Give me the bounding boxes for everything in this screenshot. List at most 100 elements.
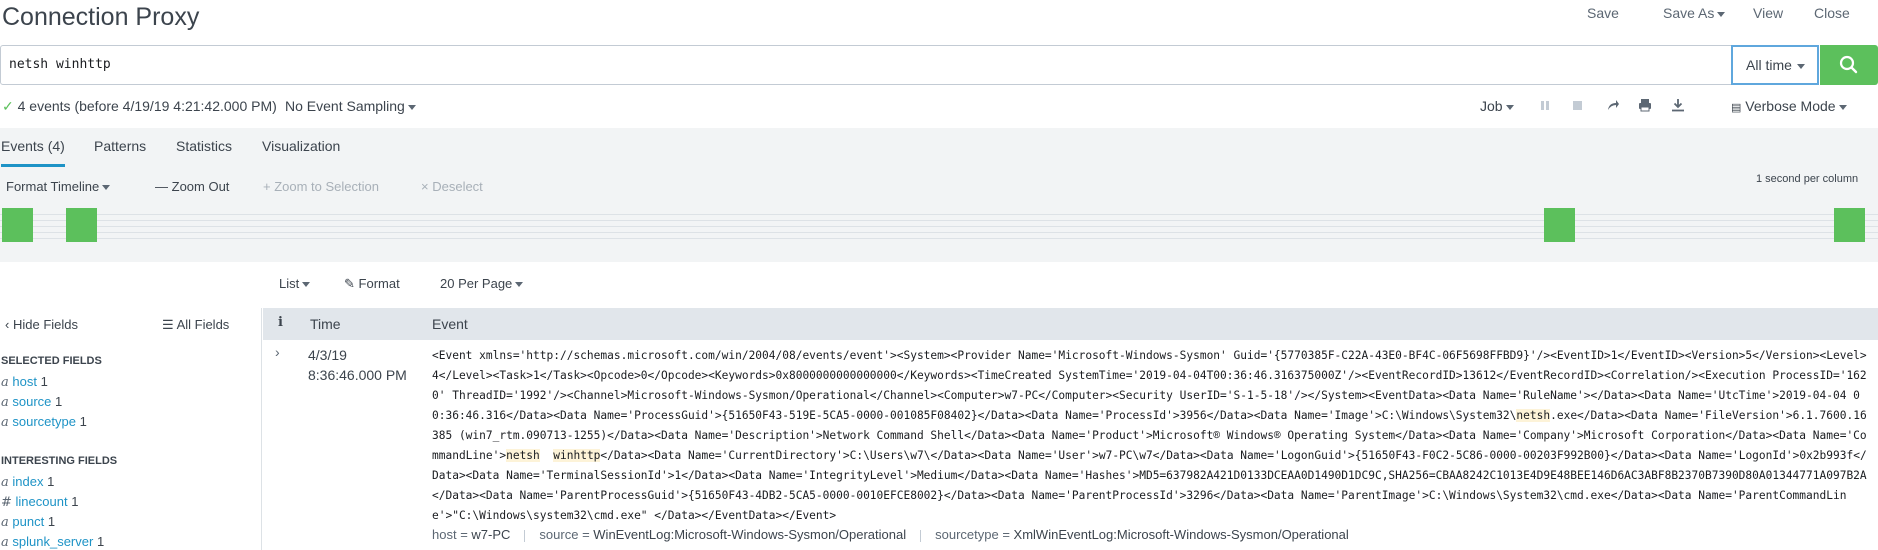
meta-value-host[interactable]: w7-PC: [471, 527, 510, 542]
search-icon: [1839, 55, 1858, 74]
field-item[interactable]: a host 1: [1, 374, 48, 390]
tab-statistics[interactable]: Statistics: [176, 138, 232, 154]
timeline-gridline: [0, 232, 1878, 233]
field-type: a: [1, 415, 9, 430]
chevron-down-icon: [1796, 63, 1805, 69]
save-as-label: Save As: [1663, 5, 1715, 21]
timeline-chart[interactable]: [0, 208, 1878, 242]
expand-event-button[interactable]: ›: [275, 344, 280, 360]
deselect-button[interactable]: × Deselect: [421, 179, 483, 194]
field-type: a: [1, 395, 9, 410]
print-button[interactable]: [1638, 98, 1652, 115]
chevron-down-icon: [1838, 104, 1847, 110]
search-term-highlight[interactable]: netsh: [1516, 409, 1551, 422]
timeline-bar[interactable]: [2, 208, 33, 242]
all-fields-button[interactable]: ☰ All Fields: [162, 317, 229, 333]
hide-fields-button[interactable]: ‹ Hide Fields: [5, 317, 78, 332]
save-button[interactable]: Save: [1587, 5, 1619, 21]
event-sampling-label: No Event Sampling: [285, 98, 405, 114]
field-name: host: [12, 374, 37, 389]
field-type: a: [1, 515, 9, 530]
field-count: 1: [55, 394, 63, 409]
stop-button[interactable]: [1572, 98, 1584, 115]
search-term-highlight[interactable]: netsh: [506, 449, 540, 462]
job-label: Job: [1480, 98, 1503, 114]
meta-key: sourcetype: [935, 527, 999, 542]
list-label: List: [279, 276, 300, 291]
field-type: #: [1, 495, 12, 510]
field-item[interactable]: a punct 1: [1, 514, 55, 530]
hide-fields-label: Hide Fields: [12, 317, 78, 332]
field-item[interactable]: # linecount 1: [1, 494, 78, 510]
event-raw-text: <Event xmlns='http://schemas.microsoft.c…: [432, 346, 1872, 526]
share-button[interactable]: [1606, 98, 1620, 115]
field-item[interactable]: a splunk_server 1: [1, 534, 104, 550]
field-item[interactable]: a sourcetype 1: [1, 414, 87, 430]
timeline-gridline: [0, 214, 1878, 215]
selected-fields-heading: SELECTED FIELDS: [1, 355, 102, 367]
time-column-header[interactable]: Time: [310, 316, 341, 332]
field-item[interactable]: a index 1: [1, 474, 54, 490]
search-query: netsh winhttp: [9, 57, 111, 72]
tab-events[interactable]: Events (4): [1, 138, 65, 167]
stop-icon: [1573, 101, 1582, 110]
close-icon: ×: [421, 179, 429, 194]
timeline-bar[interactable]: [1544, 208, 1575, 242]
timeline-bar[interactable]: [66, 208, 97, 242]
field-count: 1: [40, 374, 48, 389]
zoom-out-label: Zoom Out: [171, 179, 230, 194]
chevron-down-icon: [515, 282, 524, 288]
tab-visualization[interactable]: Visualization: [262, 138, 340, 154]
event-column-header: Event: [432, 316, 468, 332]
chevron-right-icon: ›: [275, 344, 280, 360]
deselect-label: Deselect: [432, 179, 483, 194]
search-mode-dropdown[interactable]: ▤ Verbose Mode: [1731, 98, 1847, 114]
field-type: a: [1, 375, 9, 390]
zoom-selection-label: Zoom to Selection: [274, 179, 379, 194]
meta-value-sourcetype[interactable]: XmlWinEventLog:Microsoft-Windows-Sysmon/…: [1014, 527, 1349, 542]
chevron-down-icon: [1717, 11, 1726, 17]
info-column-header: i: [278, 315, 283, 330]
time-range-label: All time: [1746, 57, 1792, 73]
pause-button[interactable]: [1539, 98, 1551, 115]
zoom-out-button[interactable]: — Zoom Out: [155, 179, 229, 194]
time-range-picker[interactable]: All time: [1731, 45, 1819, 85]
job-menu[interactable]: Job: [1480, 98, 1514, 114]
search-term-highlight[interactable]: winhttp: [553, 449, 601, 462]
field-type: a: [1, 475, 9, 490]
view-button[interactable]: View: [1753, 5, 1783, 21]
search-input[interactable]: netsh winhttp: [0, 45, 1732, 85]
all-fields-label: All Fields: [176, 317, 230, 332]
event-sampling-dropdown[interactable]: No Event Sampling: [285, 98, 416, 114]
field-name: punct: [12, 514, 45, 529]
meta-key: source: [539, 527, 579, 542]
per-page-dropdown[interactable]: 20 Per Page: [440, 276, 524, 291]
minus-icon: —: [155, 179, 168, 194]
page-title: Connection Proxy: [2, 3, 200, 31]
save-as-button[interactable]: Save As: [1663, 5, 1726, 21]
tab-patterns[interactable]: Patterns: [94, 138, 146, 154]
share-icon: [1608, 100, 1619, 110]
field-type: a: [1, 535, 9, 550]
event-clock: 8:36:46.000 PM: [308, 367, 407, 383]
mode-icon: ▤: [1731, 102, 1742, 114]
field-count: 1: [79, 414, 87, 429]
export-button[interactable]: [1671, 98, 1685, 115]
search-button[interactable]: [1820, 45, 1878, 85]
pause-icon: [1541, 101, 1549, 110]
zoom-selection-button[interactable]: + Zoom to Selection: [263, 179, 379, 194]
field-item[interactable]: a source 1: [1, 394, 62, 410]
events-table-header: i Time Event: [263, 308, 1878, 340]
format-button[interactable]: ✎ Format: [344, 276, 400, 292]
timeline-bar[interactable]: [1834, 208, 1865, 242]
format-label: Format: [358, 276, 400, 291]
list-icon: ☰: [162, 317, 174, 332]
close-button[interactable]: Close: [1814, 5, 1850, 21]
meta-value-source[interactable]: WinEventLog:Microsoft-Windows-Sysmon/Ope…: [593, 527, 906, 542]
event-raw-part: </Data><Data Name='CurrentDirectory'>C:\…: [432, 449, 1867, 522]
interesting-fields-heading: INTERESTING FIELDS: [1, 455, 118, 467]
list-dropdown[interactable]: List: [279, 276, 311, 291]
chevron-down-icon: [407, 104, 416, 110]
fields-sidebar: ‹ Hide Fields ☰ All Fields SELECTED FIEL…: [0, 308, 262, 550]
format-timeline-dropdown[interactable]: Format Timeline: [6, 179, 111, 194]
